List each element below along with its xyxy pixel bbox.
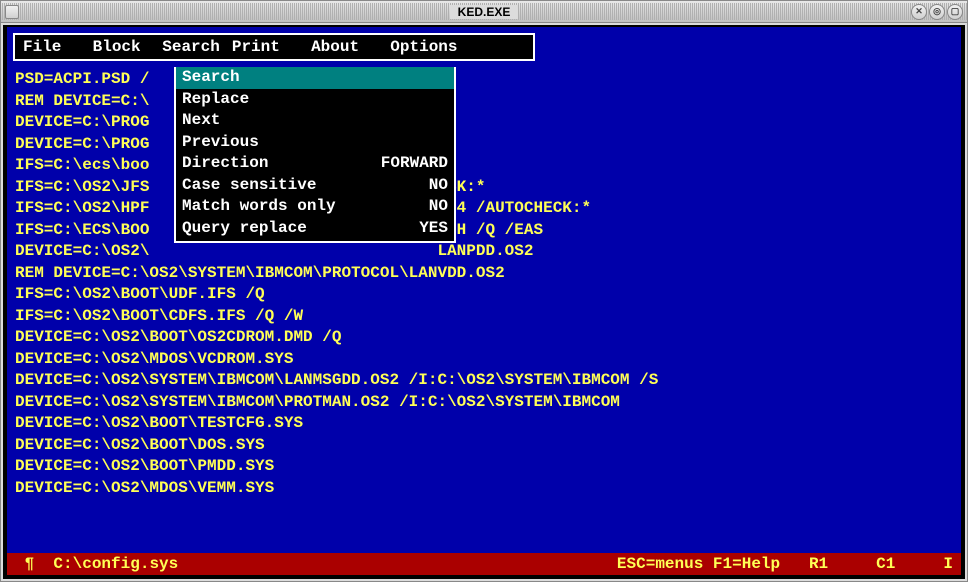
dropdown-search[interactable]: Search [176,67,454,89]
dropdown-match-words[interactable]: Match words only NO [176,196,454,218]
editor-line: REM DEVICE=C:\OS2\SYSTEM\IBMCOM\PROTOCOL… [15,263,953,285]
editor-line: IFS=C:\ECS\BOO /H /Q /EAS [15,220,953,242]
menu-file[interactable]: File [17,38,67,56]
statusbar: ¶ C:\config.sys ESC=menus F1=Help R1 C1 … [7,553,961,575]
editor-line: DEVICE=C:\PROG [15,134,953,156]
editor-line: IFS=C:\OS2\BOOT\UDF.IFS /Q [15,284,953,306]
dropdown-case-sensitive[interactable]: Case sensitive NO [176,175,454,197]
editor-line: DEVICE=C:\OS2\BOOT\PMDD.SYS [15,456,953,478]
dropdown-query-replace[interactable]: Query replace YES [176,218,454,240]
menubar: File Block Search Print About Options [13,33,535,61]
menu-block[interactable]: Block [67,38,146,56]
editor-line: DEVICE=C:\OS2\BOOT\TESTCFG.SYS [15,413,953,435]
editor-line: DEVICE=C:\PROG [15,112,953,134]
menu-options[interactable]: Options [365,38,463,56]
pilcrow-icon: ¶ [25,555,35,573]
status-right: ESC=menus F1=Help R1 C1 I [178,553,953,575]
dropdown-replace[interactable]: Replace [176,89,454,111]
editor-line: PSD=ACPI.PSD / [15,69,953,91]
status-filepath: C:\config.sys [53,555,178,573]
status-row: R1 [809,555,828,573]
search-dropdown: Search Replace Next Previous Direction [174,67,456,243]
menu-print[interactable]: Print [226,38,286,56]
editor-content[interactable]: Search Replace Next Previous Direction [7,67,961,553]
status-help: ESC=menus F1=Help [617,555,780,573]
status-mode: I [943,555,953,573]
editor-line: DEVICE=C:\OS2\MDOS\VCDROM.SYS [15,349,953,371]
editor-line: DEVICE=C:\OS2\BOOT\OS2CDROM.DMD /Q [15,327,953,349]
editor-line: DEVICE=C:\OS2\MDOS\VEMM.SYS [15,478,953,500]
menu-search[interactable]: Search [147,38,226,56]
menu-about[interactable]: About [286,38,365,56]
close-button[interactable]: ▢ [947,4,963,20]
titlebar-buttons: ✕ ◎ ▢ [911,4,963,20]
window-title: KED.EXE [450,5,519,19]
editor-line: REM DEVICE=C:\ [15,91,953,113]
editor-line: DEVICE=C:\OS2\SYSTEM\IBMCOM\LANMSGDD.OS2… [15,370,953,392]
editor-line: DEVICE=C:\OS2\ LANPDD.OS2 [15,241,953,263]
editor-line: IFS=C:\OS2\BOOT\CDFS.IFS /Q /W [15,306,953,328]
editor-line: IFS=C:\OS2\JFS ECK:* [15,177,953,199]
window-frame: KED.EXE ✕ ◎ ▢ File Block Search Print Ab… [0,0,968,582]
status-left: ¶ C:\config.sys [15,553,178,575]
dropdown-direction[interactable]: Direction FORWARD [176,153,454,175]
minimize-button[interactable]: ✕ [911,4,927,20]
editor-line: DEVICE=C:\OS2\SYSTEM\IBMCOM\PROTMAN.OS2 … [15,392,953,414]
status-col: C1 [876,555,895,573]
editor-line: DEVICE=C:\OS2\BOOT\DOS.SYS [15,435,953,457]
titlebar: KED.EXE ✕ ◎ ▢ [1,1,967,23]
maximize-button[interactable]: ◎ [929,4,945,20]
terminal: File Block Search Print About Options Se… [3,25,965,579]
editor-line: IFS=C:\OS2\HPF L:4 /AUTOCHECK:* [15,198,953,220]
dropdown-next[interactable]: Next [176,110,454,132]
app-icon[interactable] [5,5,19,19]
editor-line: IFS=C:\ecs\boo [15,155,953,177]
dropdown-previous[interactable]: Previous [176,132,454,154]
